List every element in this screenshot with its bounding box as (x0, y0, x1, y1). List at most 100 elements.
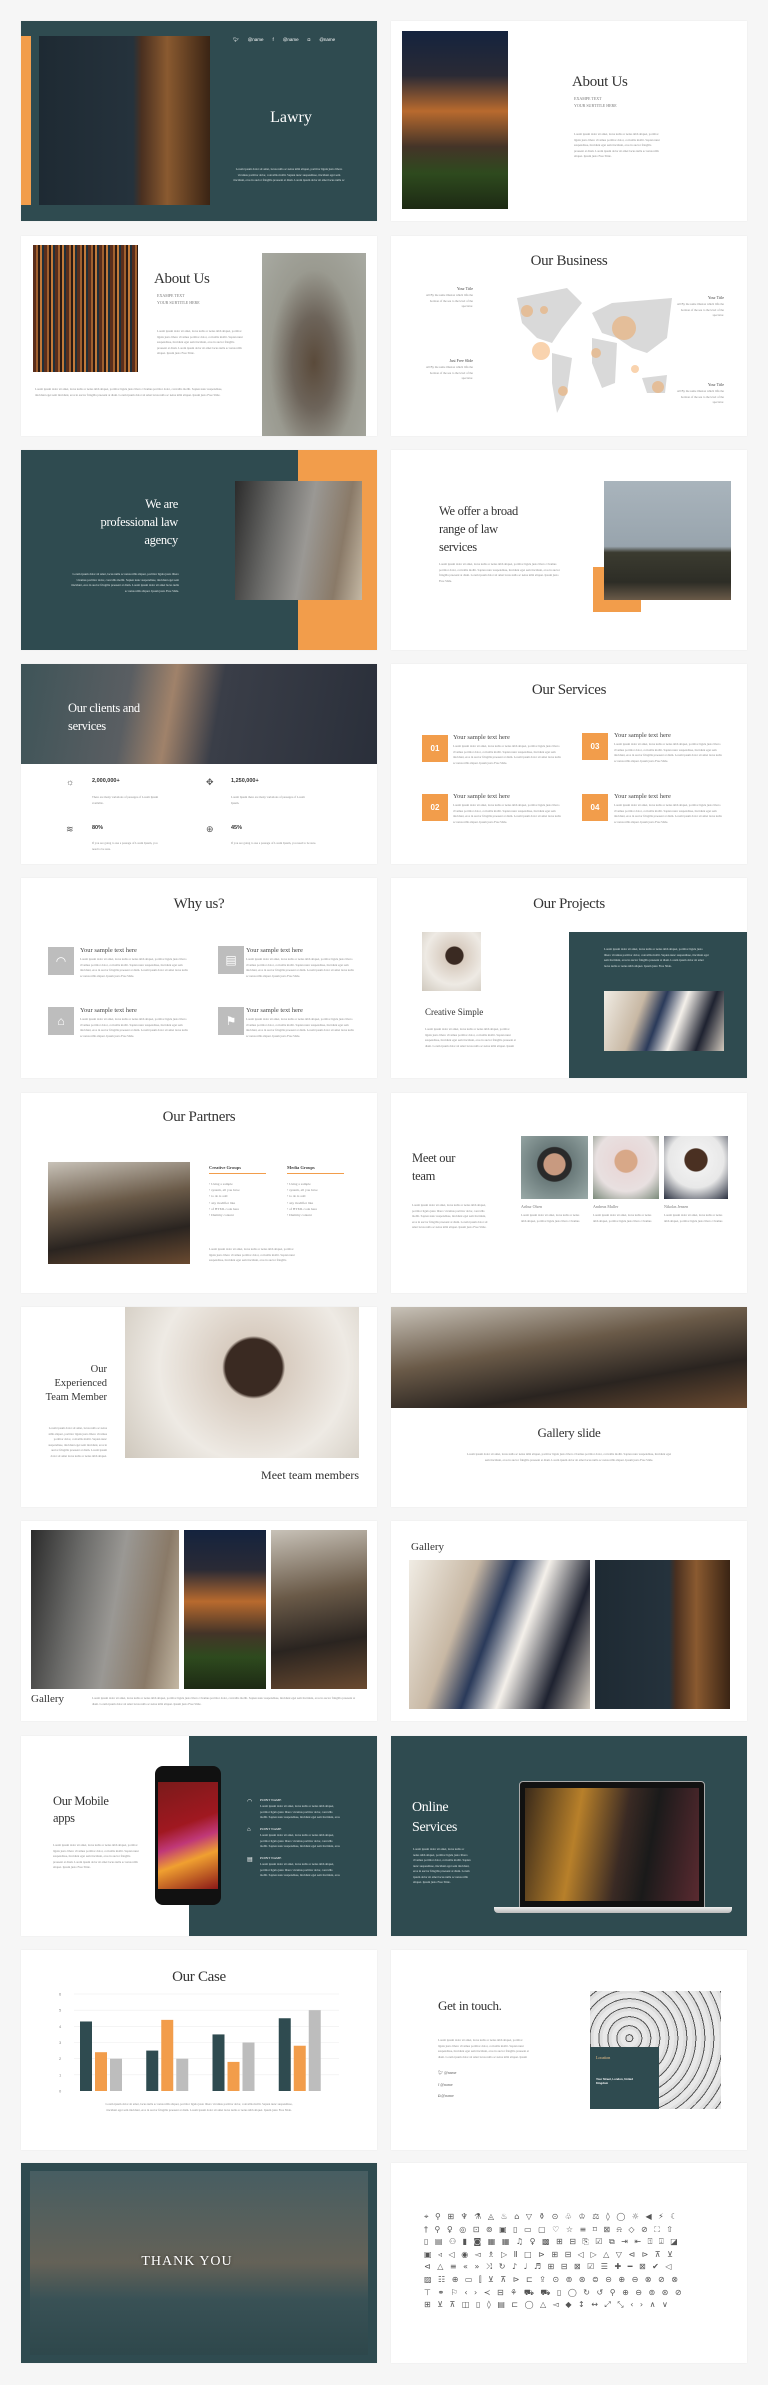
slide-gallery-1[interactable]: Gallery Lorem ipsum dolor sit amet, lacu… (21, 1521, 377, 1721)
social-facebook[interactable]: f @name (438, 2082, 453, 2087)
gallery-photo (595, 1560, 730, 1709)
map-label-title: Your Title (707, 382, 724, 387)
slide-thank-you[interactable]: THANK YOU (21, 2163, 377, 2363)
slide-professional-agency[interactable]: We are professional law agency Lorem ips… (21, 450, 377, 650)
why-text: Lorem ipsum dolor sit amet, lacus nulla … (246, 957, 354, 978)
slide-experienced-member[interactable]: Our Experienced Team Member Lorem ipsum … (21, 1307, 377, 1507)
woman-phone-photo (525, 1788, 699, 1901)
map-label-text: All By the same illusion which lifts the… (676, 389, 724, 404)
partner-column: Media Groups (287, 1165, 344, 1174)
slide-our-projects[interactable]: Our Projects Creative Simple Lorem ipsum… (391, 878, 747, 1078)
slide-about-us[interactable]: About Us EXAMPE TEXT YOUR SUBTITLE HERE … (391, 21, 747, 221)
column-heading: Media Groups (287, 1165, 315, 1170)
y-tick-label: 6 (59, 1992, 62, 1997)
case-title: Our Case (172, 1969, 226, 1985)
graduation-cap-icon: ⌂ (247, 1827, 251, 1833)
icon-row: ⊤⚭⚐‹›≺⊟⚘⛟⛟▯◯↻↺⚲⊕⊖⊚⊛⊘ (424, 2287, 689, 2297)
service-number: 04 (582, 794, 608, 821)
location-heading: Location (596, 2055, 611, 2060)
point-text: Lorem ipsum dolor sit amet, lacus nulla … (260, 1833, 340, 1848)
slide-law-services[interactable]: We offer a broad range of law services L… (391, 450, 747, 650)
point-label: POINT NAME (260, 1798, 282, 1802)
bar (227, 2061, 240, 2091)
flag-icon: ⚑ (218, 1007, 244, 1035)
slide-gallery-2[interactable]: Gallery (391, 1521, 747, 1721)
title-line: Our Mobile (53, 1794, 109, 1808)
slide-clients-services[interactable]: Our clients and services ☼ 2,000,000+ Th… (21, 664, 377, 864)
projects-panel-text: Lorem ipsum dolor sit amet, lacus nulla … (604, 947, 709, 968)
graduation-cap-icon: ⌂ (48, 1007, 74, 1035)
member-name: Arthur Olsen (521, 1204, 542, 1209)
slide-meet-team[interactable]: Meet our team Lorem ipsum dolor sit amet… (391, 1093, 747, 1293)
slide-icon-set[interactable]: ⌖⚲⊞♆⚗◬♨⌂▽⚱⊙♧♔⚖◊◯☼◀⚡☾ †⚲♀◎⊡⊚▣▯▭▢♡☆≡⌑⊠⍾◇⊘⛶… (391, 2163, 747, 2363)
point-text: Lorem ipsum dolor sit amet, lacus nulla … (260, 1804, 340, 1819)
mobile-text: Lorem ipsum dolor sit amet, lacus nulla … (53, 1843, 140, 1869)
clients-title: Our clients and services (68, 699, 140, 735)
slide-our-partners[interactable]: Our Partners Creative Groups • Using a s… (21, 1093, 377, 1293)
slide-our-case[interactable]: Our Case 0 1 2 3 4 5 6 Lorem ipsum dolor sit a… (21, 1950, 377, 2150)
icon-row: ⊞⊻⊼◫▯◊▤⊏◯△◅◆↕↔⤢⤡‹›∧∨ (424, 2300, 675, 2310)
title-line: Meet our (412, 1151, 456, 1165)
why-title: Why us? (173, 896, 225, 912)
member-photo (664, 1136, 728, 1199)
why-heading: Your sample text here (80, 1007, 137, 1014)
y-tick-label: 5 (59, 2008, 62, 2013)
slide-about-us-2[interactable]: About Us EXAMPE TEXT YOUR SUBTITLE HERE … (21, 236, 377, 436)
bar (80, 2021, 92, 2091)
column-heading: Creative Groups (209, 1165, 241, 1170)
slide-our-services[interactable]: Our Services 01 Your sample text here Lo… (391, 664, 747, 864)
about-title: About Us (572, 74, 628, 90)
title-line: Our clients and (68, 701, 140, 715)
slide-gallery-slide[interactable]: Gallery slide Lorem ipsum dolor sit amet… (391, 1307, 747, 1507)
world-map (517, 288, 672, 413)
title-line: We offer a broad (439, 504, 518, 518)
stat-value: 2,000,000+ (92, 778, 120, 784)
cover-title: Lawry (270, 109, 312, 126)
title-line: We are (145, 497, 178, 511)
social-twitter[interactable]: 🐦︎ @name (438, 2070, 456, 2075)
conference-photo (48, 1162, 190, 1264)
projects-subtitle: Creative Simple (425, 1007, 484, 1017)
partners-title: Our Partners (162, 1109, 236, 1125)
slide-online-services[interactable]: Online Services Lorem ipsum dolor sit am… (391, 1736, 747, 1936)
slide-mobile-apps[interactable]: Our Mobile apps Lorem ipsum dolor sit am… (21, 1736, 377, 1936)
meet-caption: Meet team members (261, 1468, 359, 1482)
office-hallway-photo (235, 481, 362, 600)
business-title: Our Business (530, 253, 608, 269)
bar (212, 2034, 225, 2091)
slide-cover[interactable]: 🐦︎ @name f @name ◘ @name Lawry Lorem ipsum … (21, 21, 377, 221)
stat-text: There are many variations of passages of… (92, 795, 159, 805)
y-tick-label: 3 (59, 2040, 62, 2045)
bar (110, 2058, 122, 2091)
slide-why-us[interactable]: Why us? ◠ Your sample text here Lorem ip… (21, 878, 377, 1078)
slide-our-business[interactable]: Our Business Your Title All By the same … (391, 236, 747, 436)
social-instagram[interactable]: ◘ @name (438, 2093, 454, 2098)
gallery-photo (31, 1530, 179, 1689)
social-handle: @name (282, 37, 299, 42)
globe-icon: ⊕ (206, 824, 214, 834)
partner-column: Creative Groups (209, 1165, 266, 1174)
bar (176, 2058, 189, 2091)
experienced-title: Our Experienced Team Member (21, 1363, 107, 1405)
member-text: Lorem ipsum dolor sit amet, lacus nulla … (593, 1213, 652, 1223)
instagram-screen (158, 1782, 218, 1889)
partners-text: Lorem ipsum dolor sit amet, lacus nulla … (209, 1247, 296, 1264)
team-text: Lorem ipsum dolor sit amet, lacus nulla … (412, 1203, 488, 1229)
contact-text: Lorem ipsum dolor sit amet, lacus nulla … (438, 2038, 529, 2059)
map-label-text: All By the same illusion which lifts the… (425, 293, 473, 308)
stat-value: 1,250,000+ (231, 778, 259, 784)
phone-mockup (155, 1766, 221, 1905)
gallery-text: Lorem ipsum dolor sit amet, lacus nulla … (92, 1696, 356, 1706)
title-line: Experienced (54, 1378, 107, 1389)
location-address: Your Street, London, United Kingdom (596, 2077, 633, 2085)
y-tick-label: 2 (59, 2056, 62, 2061)
service-text: Lorem ipsum dolor sit amet, lacus nulla … (453, 803, 561, 824)
contact-title: Get in touch. (438, 1998, 502, 2013)
facebook-icon: f (272, 37, 274, 42)
point-label: POINT NAME (260, 1856, 282, 1860)
social-handle: @name (247, 37, 264, 42)
stat-text: Lorem Ipsum there are many variations of… (231, 795, 305, 805)
slide-get-in-touch[interactable]: Get in touch. Lorem ipsum dolor sit amet… (391, 1950, 747, 2150)
icon-row: ▣◃◁◉◅♗▷Ⅱ□⊳⊞⊟◁▷△▽⊲⊳⊼⊻ (424, 2249, 680, 2259)
meeting-room-photo (604, 481, 731, 600)
